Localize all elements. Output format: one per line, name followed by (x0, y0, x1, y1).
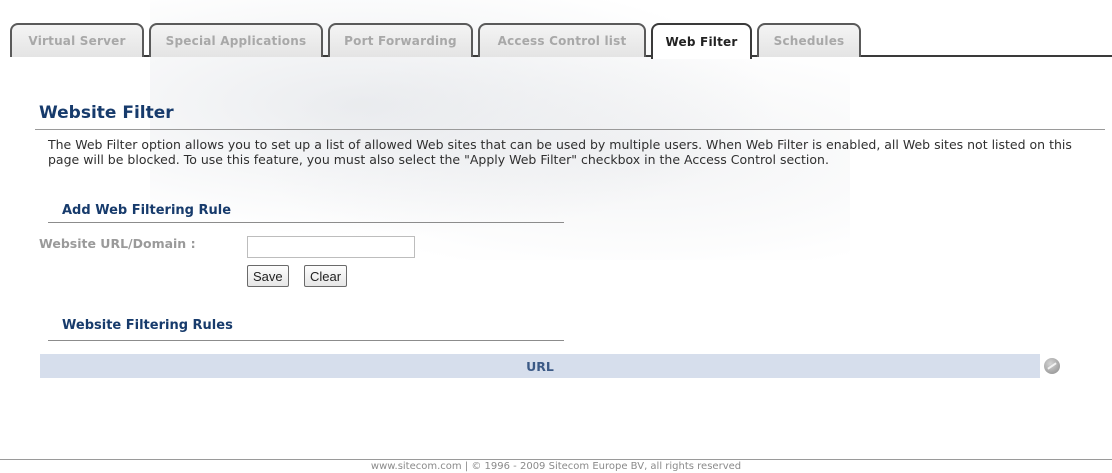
page-description: The Web Filter option allows you to set … (48, 137, 1072, 167)
tab-virtual-server[interactable]: Virtual Server (10, 23, 144, 57)
add-rule-section-title: Add Web Filtering Rule (62, 203, 232, 218)
rules-table-header: URL (40, 354, 1040, 378)
footer-divider (0, 459, 1112, 460)
column-header-url: URL (526, 358, 554, 374)
delete-icon[interactable] (1044, 358, 1060, 374)
tab-schedules[interactable]: Schedules (757, 23, 861, 57)
tab-access-control-list[interactable]: Access Control list (478, 23, 646, 57)
page-title: Website Filter (39, 103, 174, 123)
rules-divider (48, 340, 564, 341)
tab-bar: Virtual Server Special Applications Port… (10, 23, 1112, 59)
title-divider (35, 129, 1105, 130)
clear-button[interactable]: Clear (304, 265, 348, 287)
rules-section-title: Website Filtering Rules (62, 318, 233, 333)
tab-special-applications[interactable]: Special Applications (149, 23, 323, 57)
tab-port-forwarding[interactable]: Port Forwarding (328, 23, 473, 57)
website-url-input[interactable] (247, 236, 415, 258)
save-button[interactable]: Save (247, 265, 289, 287)
website-url-label: Website URL/Domain : (39, 236, 196, 251)
add-rule-divider (48, 222, 564, 223)
footer-copyright: www.sitecom.com | © 1996 - 2009 Sitecom … (370, 461, 742, 472)
tab-web-filter[interactable]: Web Filter (651, 23, 752, 59)
